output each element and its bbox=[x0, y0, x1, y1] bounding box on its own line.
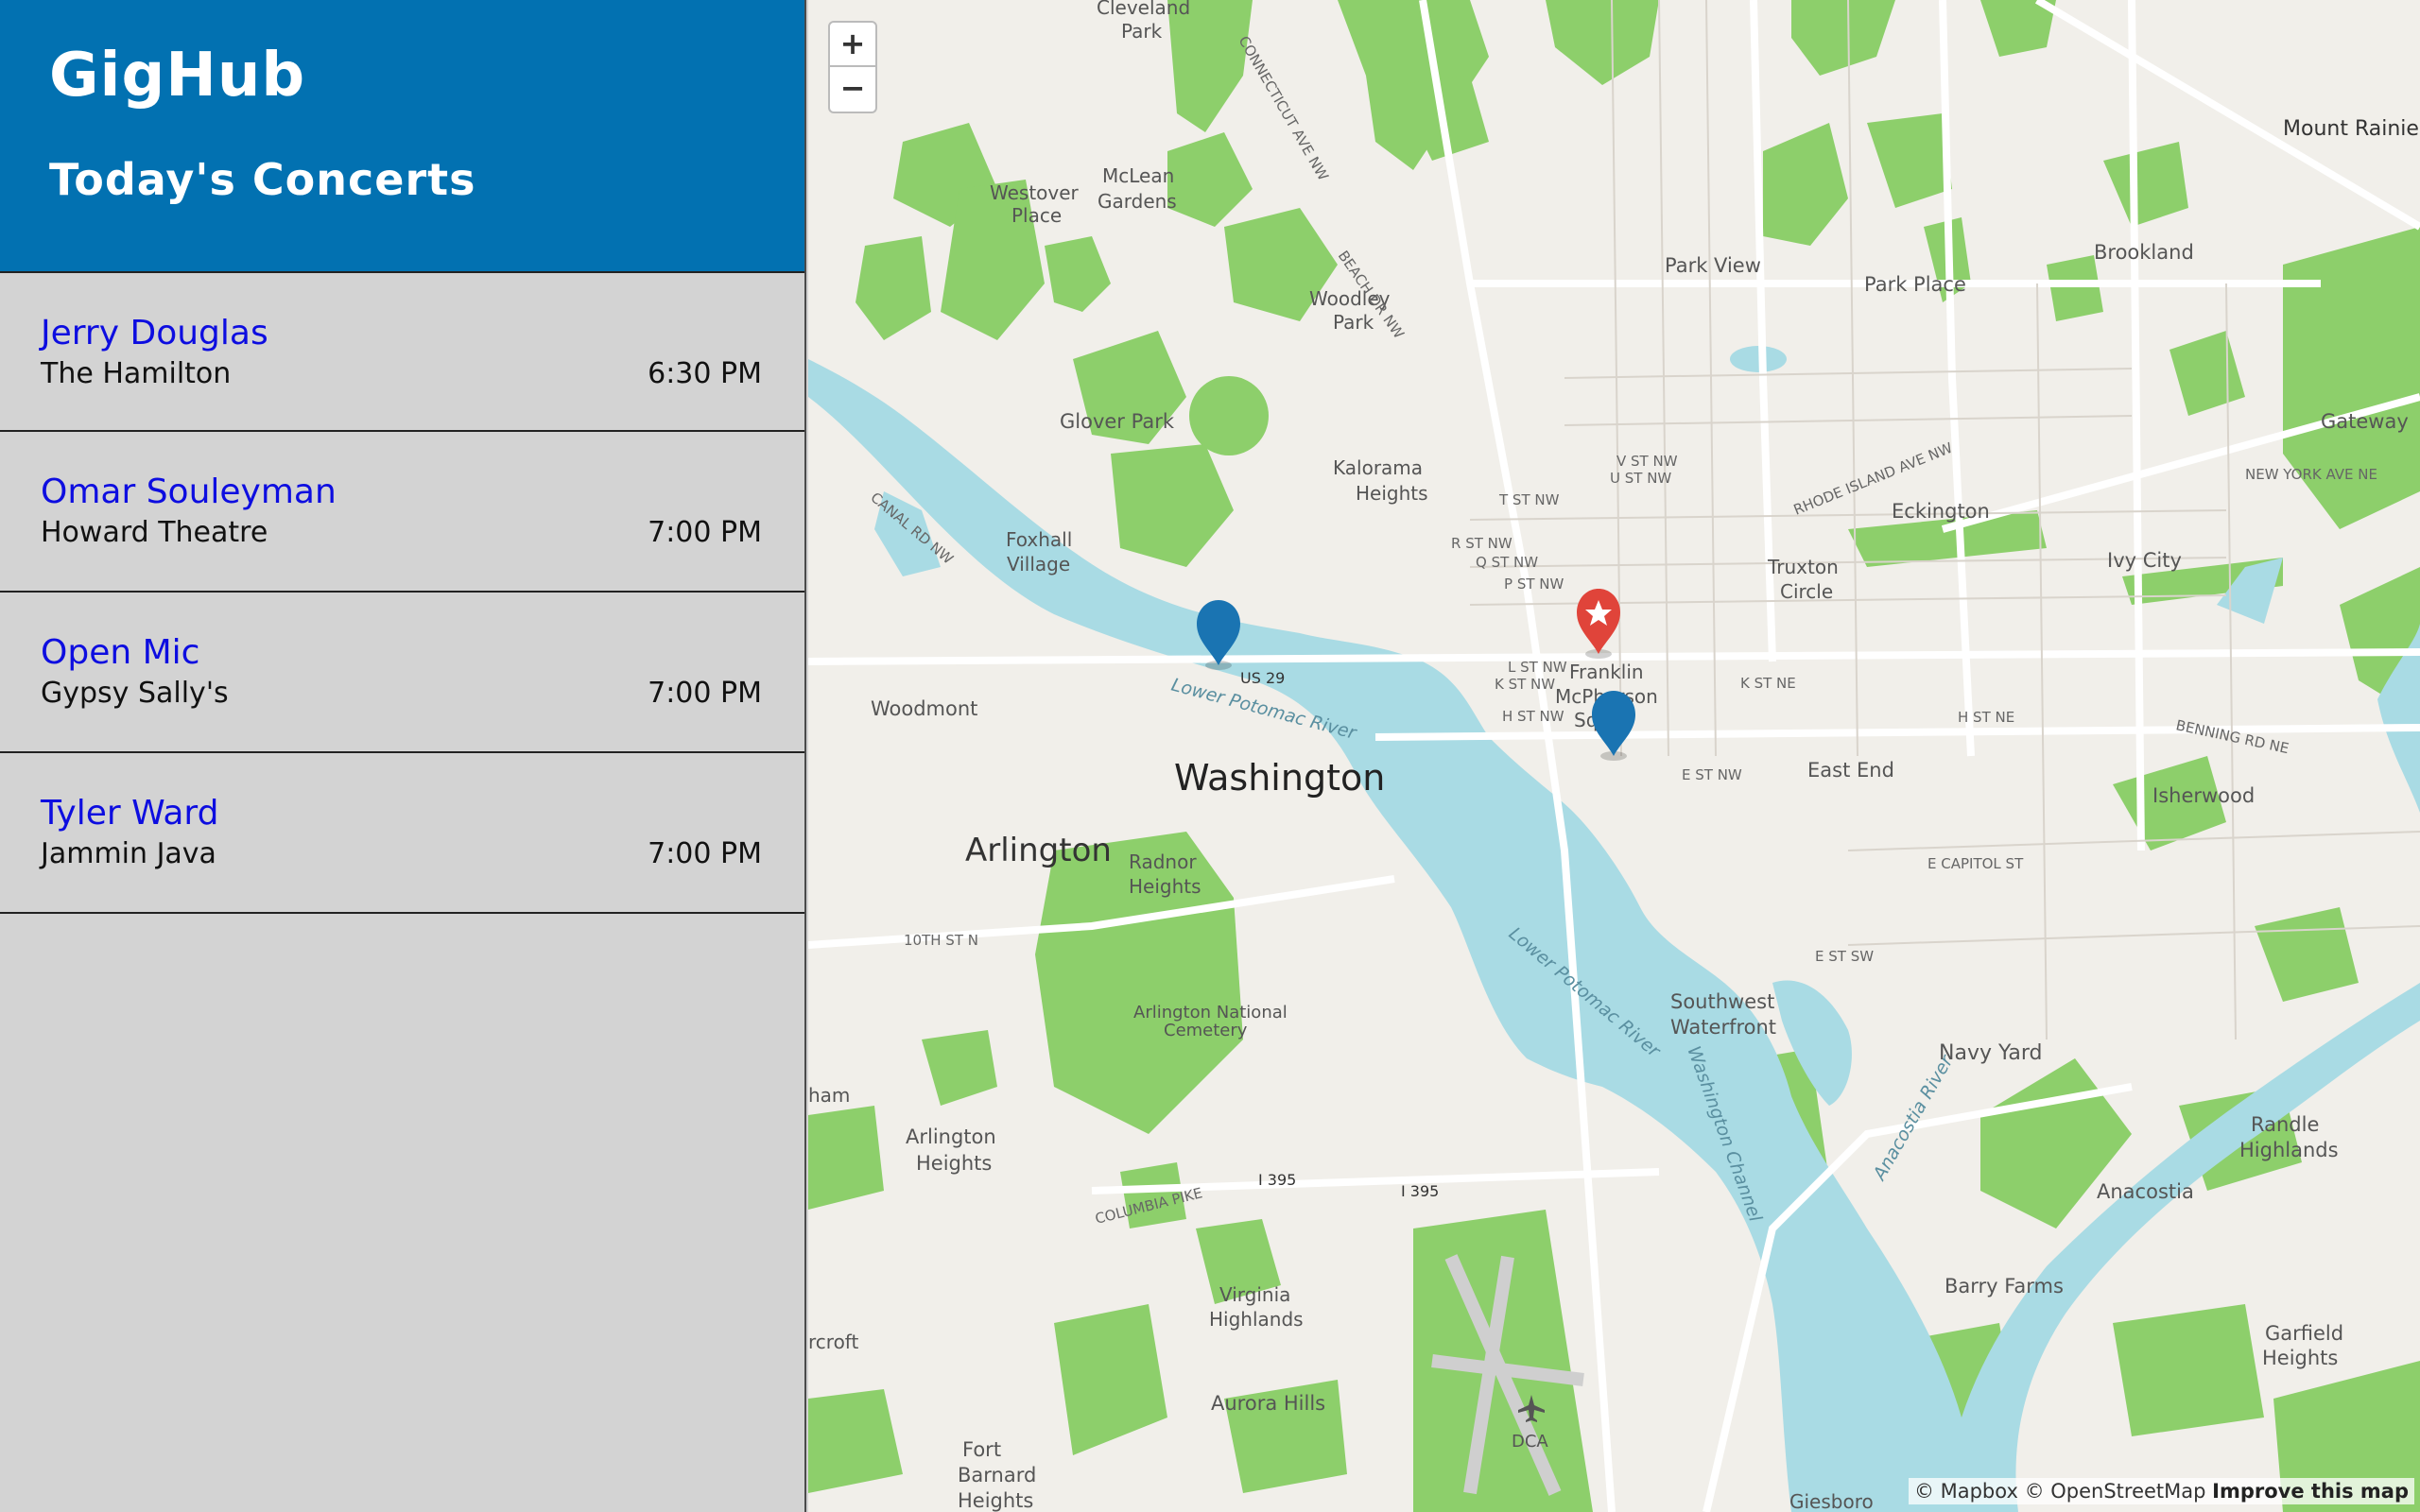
label-virginia-highlands: Highlands bbox=[1209, 1308, 1304, 1331]
label-fort-barnard-heights: Heights bbox=[958, 1489, 1033, 1512]
concert-item[interactable]: Omar Souleyman Howard Theatre 7:00 PM bbox=[0, 432, 804, 593]
label-k-st-ne: K ST NE bbox=[1740, 675, 1796, 692]
label-gateway: Gateway bbox=[2321, 410, 2409, 433]
label-giesboro: Giesboro bbox=[1789, 1490, 1874, 1512]
label-u-st-nw: U ST NW bbox=[1610, 470, 1671, 487]
label-i395: I 395 bbox=[1401, 1182, 1439, 1200]
label-arlington: Arlington bbox=[965, 832, 1112, 869]
label-franklin-mcpherson: Franklin bbox=[1569, 661, 1644, 683]
label-randle-highlands: Highlands bbox=[2239, 1139, 2339, 1161]
concert-time: 7:00 PM bbox=[648, 677, 762, 710]
label-p-st-nw: P ST NW bbox=[1504, 576, 1564, 593]
label-foxhall-village: Village bbox=[1007, 553, 1070, 576]
label-mount-rainier: Mount Rainier bbox=[2283, 117, 2420, 141]
label-arlington-heights: Arlington bbox=[906, 1125, 996, 1148]
label-washington: Washington bbox=[1174, 757, 1385, 799]
label-westover-place: Place bbox=[1011, 204, 1062, 227]
label-new-york-ave: NEW YORK AVE NE bbox=[2245, 466, 2377, 483]
label-glover-park: Glover Park bbox=[1060, 410, 1175, 433]
concert-item[interactable]: Open Mic Gypsy Sally's 7:00 PM bbox=[0, 593, 804, 753]
label-woodmont: Woodmont bbox=[871, 697, 977, 720]
label-westover-place: Westover bbox=[990, 181, 1080, 204]
label-fort-barnard-heights: Fort bbox=[962, 1438, 1001, 1461]
label-mclean-gardens: McLean bbox=[1102, 164, 1174, 187]
label-e-capitol-st: E CAPITOL ST bbox=[1927, 855, 2024, 872]
label-park-view: Park View bbox=[1665, 254, 1761, 277]
label-arlington-cemetery: Cemetery bbox=[1164, 1021, 1248, 1040]
sidebar: GigHub Today's Concerts Jerry Douglas Th… bbox=[0, 0, 806, 1512]
label-radnor-heights: Heights bbox=[1129, 875, 1201, 898]
concert-item[interactable]: Tyler Ward Jammin Java 7:00 PM bbox=[0, 753, 804, 914]
label-brookland: Brookland bbox=[2094, 241, 2194, 264]
label-eckington: Eckington bbox=[1892, 500, 1990, 523]
map-attribution: © Mapbox © OpenStreetMap Improve this ma… bbox=[1908, 1478, 2414, 1504]
label-garfield-heights: Garfield bbox=[2265, 1322, 2343, 1345]
label-dca: DCA bbox=[1512, 1432, 1548, 1452]
label-i395: I 395 bbox=[1258, 1171, 1296, 1189]
label-arlington-heights: Heights bbox=[916, 1152, 992, 1175]
label-truxton-circle: Circle bbox=[1780, 580, 1833, 603]
concert-venue: Howard Theatre bbox=[41, 516, 268, 549]
concert-list: Jerry Douglas The Hamilton 6:30 PM Omar … bbox=[0, 271, 804, 914]
label-southwest-waterfront: Southwest bbox=[1670, 990, 1774, 1013]
label-r-st-nw: R ST NW bbox=[1451, 535, 1512, 552]
map[interactable]: Washington Arlington Cleveland Park Moun… bbox=[808, 0, 2420, 1512]
label-l-st-nw: L ST NW bbox=[1508, 659, 1567, 676]
concert-item[interactable]: Jerry Douglas The Hamilton 6:30 PM bbox=[0, 271, 804, 432]
label-barry-farms: Barry Farms bbox=[1945, 1275, 2064, 1297]
label-woodley-park: Park bbox=[1333, 311, 1374, 334]
label-aurora-hills: Aurora Hills bbox=[1211, 1392, 1325, 1415]
concert-time: 7:00 PM bbox=[648, 837, 762, 870]
label-isherwood: Isherwood bbox=[2152, 784, 2255, 807]
map-canvas[interactable]: Washington Arlington Cleveland Park Moun… bbox=[808, 0, 2420, 1512]
concert-artist[interactable]: Omar Souleyman bbox=[41, 472, 337, 513]
label-kalorama-heights: Heights bbox=[1356, 482, 1428, 505]
concert-artist[interactable]: Tyler Ward bbox=[41, 793, 218, 834]
label-cleveland-park: Park bbox=[1121, 20, 1163, 43]
list-title: Today's Concerts bbox=[49, 154, 476, 205]
label-virginia-highlands: Virginia bbox=[1219, 1283, 1290, 1306]
label-e-st-nw: E ST NW bbox=[1682, 766, 1742, 783]
label-mclean-gardens: Gardens bbox=[1098, 190, 1177, 213]
concert-time: 6:30 PM bbox=[648, 357, 762, 390]
label-foxhall-village: Foxhall bbox=[1006, 528, 1072, 551]
concert-artist[interactable]: Open Mic bbox=[41, 632, 199, 674]
improve-map-link[interactable]: Improve this map bbox=[2212, 1480, 2409, 1503]
label-southwest-waterfront: Waterfront bbox=[1670, 1016, 1776, 1039]
label-h-st-ne: H ST NE bbox=[1958, 709, 2014, 726]
label-east-end: East End bbox=[1807, 759, 1894, 782]
label-park-place: Park Place bbox=[1864, 273, 1966, 296]
label-10th-st: 10TH ST N bbox=[904, 932, 978, 949]
label-garfield-heights: Heights bbox=[2262, 1347, 2338, 1369]
sidebar-header: GigHub Today's Concerts bbox=[0, 0, 804, 271]
label-anacostia: Anacostia bbox=[2097, 1180, 2194, 1203]
app-title: GigHub bbox=[49, 41, 306, 111]
zoom-out-button[interactable]: − bbox=[828, 67, 877, 113]
concert-venue: The Hamilton bbox=[41, 357, 232, 390]
label-h-st-nw: H ST NW bbox=[1502, 708, 1564, 725]
label-kalorama-heights: Kalorama bbox=[1333, 456, 1423, 479]
concert-time: 7:00 PM bbox=[648, 516, 762, 549]
concert-artist[interactable]: Jerry Douglas bbox=[41, 313, 268, 354]
label-us29: US 29 bbox=[1240, 669, 1285, 687]
concert-venue: Jammin Java bbox=[41, 837, 216, 870]
attribution-text: © Mapbox © OpenStreetMap bbox=[1913, 1480, 2206, 1503]
label-q-st-nw: Q ST NW bbox=[1476, 554, 1538, 571]
label-arlington-cemetery: Arlington National bbox=[1133, 1003, 1288, 1022]
label-ivy-city: Ivy City bbox=[2107, 549, 2182, 572]
label-truxton-circle: Truxton bbox=[1767, 556, 1839, 578]
label-cleveland-park: Cleveland bbox=[1097, 0, 1190, 19]
label-crcroft: rcroft bbox=[808, 1331, 858, 1353]
zoom-in-button[interactable]: + bbox=[828, 21, 877, 67]
concert-venue: Gypsy Sally's bbox=[41, 677, 229, 710]
label-v-st-nw: V ST NW bbox=[1616, 453, 1678, 470]
label-randle-highlands: Randle bbox=[2251, 1113, 2319, 1136]
label-fort-barnard-heights: Barnard bbox=[958, 1464, 1036, 1486]
label-ham: ham bbox=[808, 1084, 850, 1107]
label-k-st-nw: K ST NW bbox=[1495, 676, 1555, 693]
label-e-st-sw: E ST SW bbox=[1815, 948, 1874, 965]
label-radnor-heights: Radnor bbox=[1129, 850, 1197, 873]
label-t-st-nw: T ST NW bbox=[1498, 491, 1560, 508]
